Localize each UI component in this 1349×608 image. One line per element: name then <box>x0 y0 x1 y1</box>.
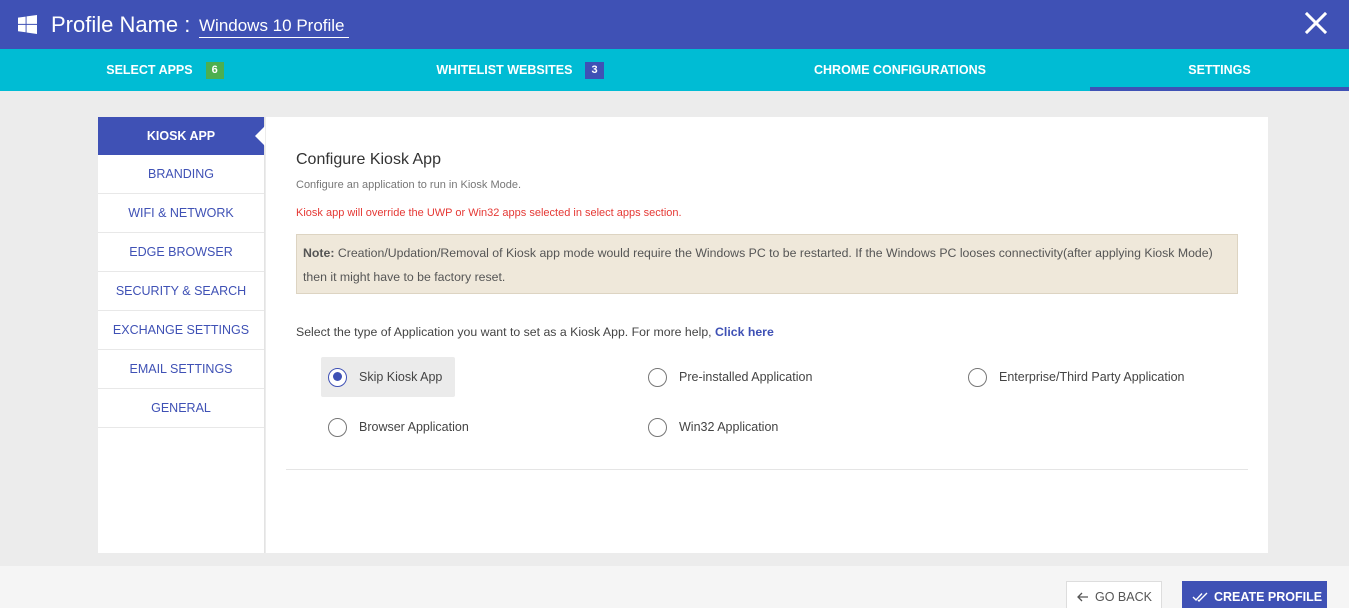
override-warning: Kiosk app will override the UWP or Win32… <box>296 207 682 219</box>
sidebar-item-label: SECURITY & SEARCH <box>115 284 247 298</box>
tab-select-apps[interactable]: SELECT APPS 6 <box>0 49 330 91</box>
sidebar-item-label: BRANDING <box>148 167 214 181</box>
note-text: Creation/Updation/Removal of Kiosk app m… <box>303 246 1213 284</box>
page-title: Configure Kiosk App <box>296 151 441 168</box>
create-profile-button[interactable]: CREATE PROFILE <box>1182 581 1327 608</box>
tab-label: SETTINGS <box>1188 63 1251 77</box>
option-label: Enterprise/Third Party Application <box>999 370 1185 384</box>
tab-settings[interactable]: SETTINGS <box>1090 49 1349 91</box>
double-check-icon <box>1192 592 1208 602</box>
arrow-left-icon <box>1077 592 1088 602</box>
option-win32-application[interactable]: Win32 Application <box>648 407 778 447</box>
tab-label: WHITELIST WEBSITES <box>436 63 573 77</box>
sidebar-item-kiosk-app[interactable]: KIOSK APP <box>98 117 264 155</box>
restart-note: Note: Creation/Updation/Removal of Kiosk… <box>296 234 1238 294</box>
select-apps-count-badge: 6 <box>205 61 224 79</box>
profile-name-input[interactable] <box>199 14 349 38</box>
tab-chrome-configurations[interactable]: CHROME CONFIGURATIONS <box>710 49 1090 91</box>
note-label: Note: <box>303 246 335 260</box>
sidebar-item-label: KIOSK APP <box>146 129 216 143</box>
app-type-prompt-text: Select the type of Application you want … <box>296 325 716 339</box>
sidebar-item-email-settings[interactable]: EMAIL SETTINGS <box>98 350 264 389</box>
radio-unchecked-icon[interactable] <box>968 367 987 387</box>
sidebar-item-label: GENERAL <box>151 401 211 415</box>
sidebar-item-label: EMAIL SETTINGS <box>129 362 233 376</box>
sidebar-item-general[interactable]: GENERAL <box>98 389 264 428</box>
radio-checked-icon[interactable] <box>328 367 347 387</box>
app-header: Profile Name : <box>0 0 1349 49</box>
sidebar-item-label: EDGE BROWSER <box>129 245 233 259</box>
radio-unchecked-icon[interactable] <box>648 367 667 387</box>
create-profile-label: CREATE PROFILE <box>1214 590 1323 604</box>
option-enterprise-third-party[interactable]: Enterprise/Third Party Application <box>968 357 1185 397</box>
tab-whitelist-websites[interactable]: WHITELIST WEBSITES 3 <box>340 49 700 91</box>
radio-unchecked-icon[interactable] <box>648 417 667 437</box>
option-label: Browser Application <box>359 420 469 434</box>
option-skip-kiosk-app[interactable]: Skip Kiosk App <box>321 357 455 397</box>
sidebar-item-label: WIFI & NETWORK <box>128 206 234 220</box>
option-preinstalled-application[interactable]: Pre-installed Application <box>648 357 812 397</box>
whitelist-count-badge: 3 <box>585 61 604 79</box>
help-link[interactable]: Click here <box>715 325 774 339</box>
sidebar-item-wifi-network[interactable]: WIFI & NETWORK <box>98 194 264 233</box>
profile-name-label: Profile Name : <box>51 12 191 37</box>
app-type-prompt: Select the type of Application you want … <box>296 325 774 339</box>
sidebar-item-label: EXCHANGE SETTINGS <box>112 323 250 337</box>
windows-icon <box>18 15 37 34</box>
tab-label: SELECT APPS <box>106 63 193 77</box>
go-back-label: GO BACK <box>1095 590 1152 604</box>
section-divider <box>286 469 1248 470</box>
option-label: Win32 Application <box>679 420 779 434</box>
sidebar-item-edge-browser[interactable]: EDGE BROWSER <box>98 233 264 272</box>
sidebar-item-exchange-settings[interactable]: EXCHANGE SETTINGS <box>98 311 264 350</box>
tab-label: CHROME CONFIGURATIONS <box>814 63 986 77</box>
sidebar-item-branding[interactable]: BRANDING <box>98 155 264 194</box>
option-label: Skip Kiosk App <box>359 370 443 384</box>
tab-bar: SELECT APPS 6 WHITELIST WEBSITES 3 CHROM… <box>0 49 1349 91</box>
active-tab-indicator <box>1090 87 1349 91</box>
close-icon[interactable] <box>1304 11 1328 35</box>
active-item-pointer <box>255 126 265 146</box>
radio-unchecked-icon[interactable] <box>328 417 347 437</box>
settings-sidebar: KIOSK APP BRANDING WIFI & NETWORK EDGE B… <box>98 117 265 553</box>
option-browser-application[interactable]: Browser Application <box>328 407 469 447</box>
sidebar-item-security-search[interactable]: SECURITY & SEARCH <box>98 272 264 311</box>
page-subtitle: Configure an application to run in Kiosk… <box>296 179 522 191</box>
kiosk-config-panel: Configure Kiosk App Configure an applica… <box>266 117 1268 553</box>
option-label: Pre-installed Application <box>679 370 813 384</box>
go-back-button[interactable]: GO BACK <box>1066 581 1162 608</box>
